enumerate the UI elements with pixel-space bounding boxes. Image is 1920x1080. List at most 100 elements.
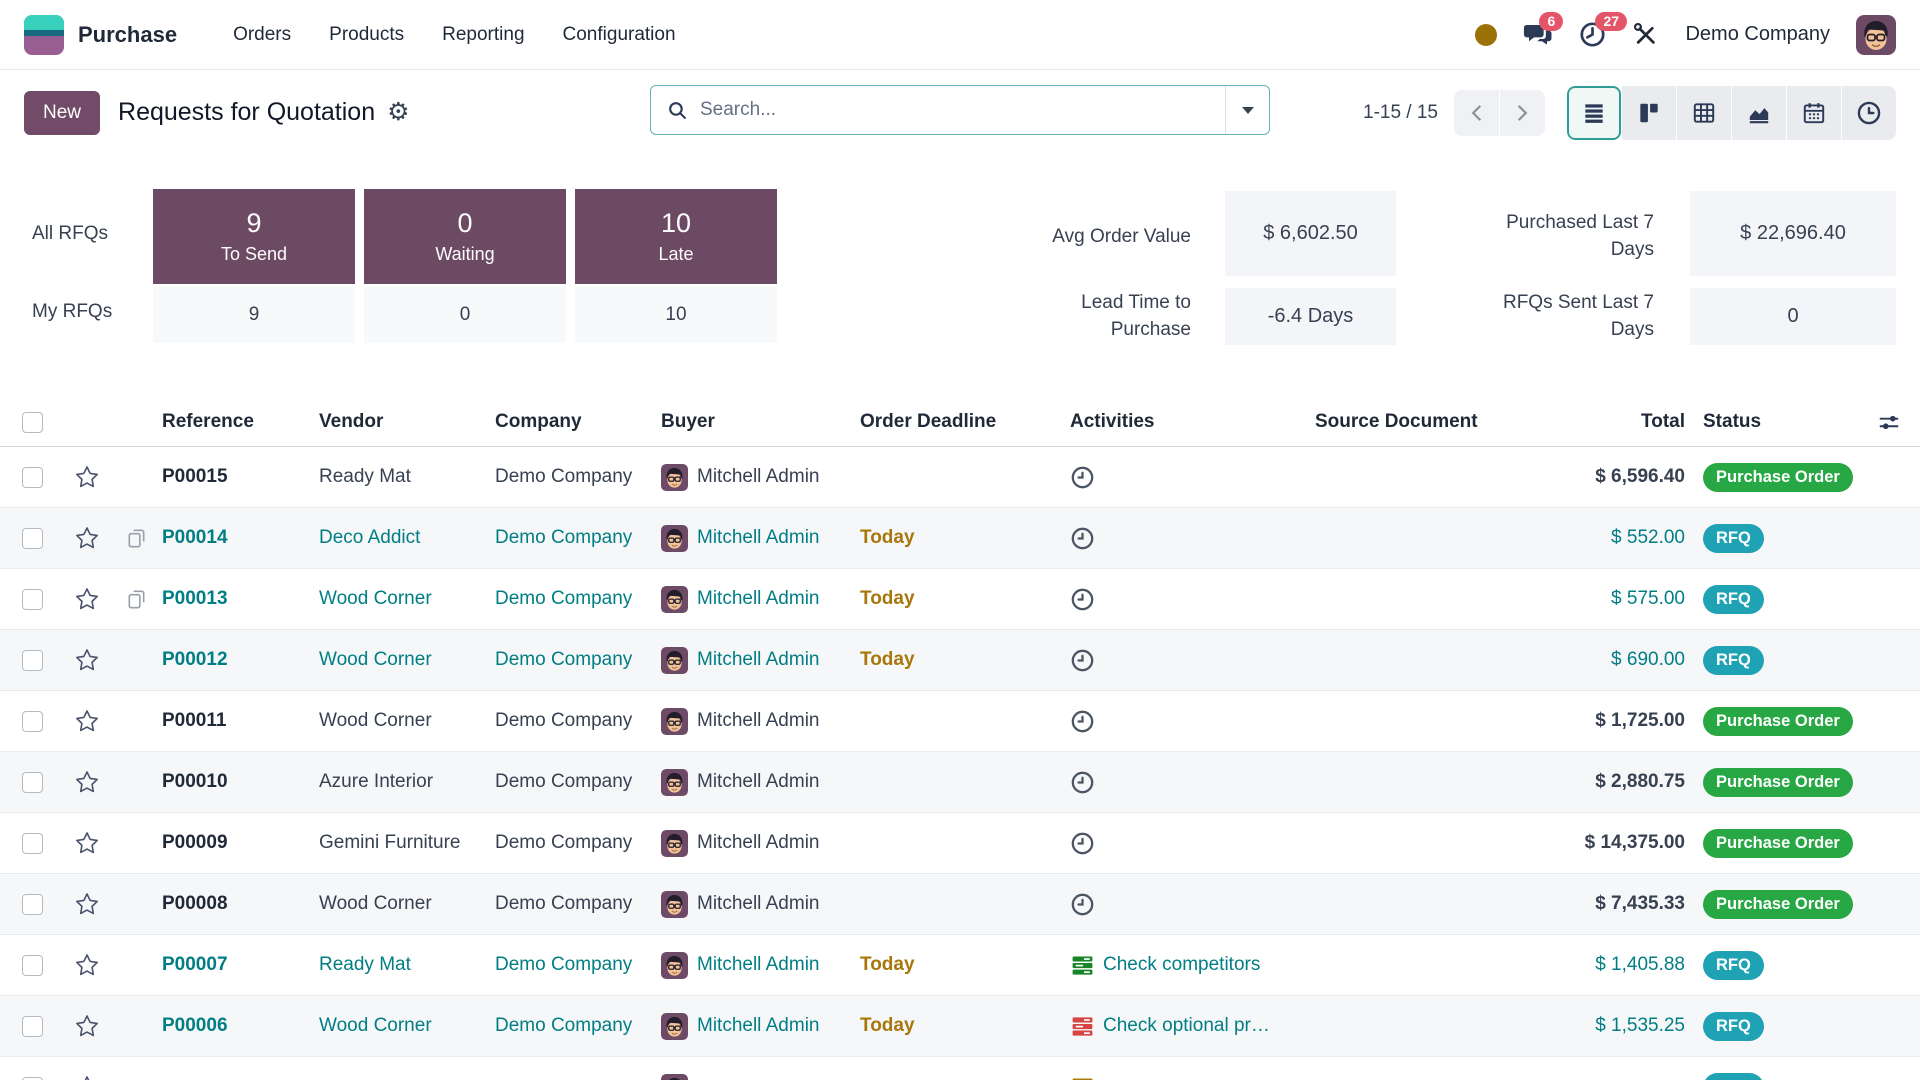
search-bar [650,85,1270,135]
pivot-view-button[interactable] [1677,86,1731,140]
tile-waiting[interactable]: 0 Waiting [364,189,566,284]
my-late-cell[interactable]: 10 [575,286,777,343]
row-checkbox[interactable] [22,711,43,732]
optional-columns-icon[interactable] [1876,410,1902,442]
activity-clock-icon[interactable] [1070,831,1095,856]
calendar-view-button[interactable] [1787,86,1841,140]
gear-icon[interactable]: ⚙ [387,100,409,125]
app-brand[interactable]: Purchase [24,15,177,55]
row-checkbox[interactable] [22,650,43,671]
user-avatar[interactable] [1856,15,1896,55]
activity-list-icon[interactable] [1070,953,1095,978]
company-switcher[interactable]: Demo Company [1685,23,1830,46]
star-icon[interactable] [74,586,100,612]
search-input[interactable] [700,99,1225,121]
activity-clock-icon[interactable] [1070,648,1095,673]
star-icon[interactable] [74,708,100,734]
menu-orders[interactable]: Orders [233,24,291,46]
pager-previous-button[interactable] [1454,90,1499,136]
activity-clock-icon[interactable] [1070,587,1095,612]
table-row[interactable]: P00012 Wood Corner Demo Company Mitchell… [0,630,1920,691]
row-vendor: Wood Corner [319,1015,495,1037]
status-badge: Purchase Order [1703,890,1853,919]
col-buyer[interactable]: Buyer [661,411,860,433]
row-checkbox[interactable] [22,589,43,610]
table-row[interactable]: P00010 Azure Interior Demo Company Mitch… [0,752,1920,813]
buyer-avatar [661,830,688,857]
row-vendor: Wood Corner [319,588,495,610]
activity-clock-icon[interactable] [1070,465,1095,490]
search-dropdown-toggle[interactable] [1225,86,1269,134]
status-badge: RFQ [1703,585,1764,614]
col-company[interactable]: Company [495,411,661,433]
debug-tools-button[interactable] [1632,21,1659,48]
lead-time-value: -6.4 Days [1225,288,1396,345]
row-checkbox[interactable] [22,467,43,488]
activity-list-icon[interactable] [1070,1075,1095,1080]
list-view-button[interactable] [1567,86,1621,140]
activity-label[interactable]: Check optional pr… [1103,1015,1270,1037]
row-checkbox[interactable] [22,833,43,854]
col-vendor[interactable]: Vendor [319,411,495,433]
status-badge: RFQ [1703,1012,1764,1041]
activity-label[interactable]: Check competitors [1103,954,1260,976]
star-icon[interactable] [74,891,100,917]
menu-configuration[interactable]: Configuration [563,24,676,46]
graph-view-button[interactable] [1732,86,1786,140]
activity-view-button[interactable] [1842,86,1896,140]
col-source-document[interactable]: Source Document [1315,411,1565,433]
my-to-send-cell[interactable]: 9 [153,286,355,343]
table-row[interactable]: P00008 Wood Corner Demo Company Mitchell… [0,874,1920,935]
kanban-view-button[interactable] [1622,86,1676,140]
row-total: $ 6,596.40 [1565,466,1695,488]
star-icon[interactable] [74,647,100,673]
row-checkbox[interactable] [22,528,43,549]
tile-to-send-value: 9 [246,208,261,239]
activity-clock-icon[interactable] [1070,526,1095,551]
status-indicator-icon[interactable] [1475,24,1497,46]
star-icon[interactable] [74,1074,100,1080]
activity-clock-icon[interactable] [1070,709,1095,734]
messages-button[interactable]: 6 [1523,21,1553,48]
pager-next-button[interactable] [1500,90,1545,136]
star-icon[interactable] [74,525,100,551]
star-icon[interactable] [74,952,100,978]
star-icon[interactable] [74,1013,100,1039]
table-row[interactable]: RFQ [0,1057,1920,1080]
col-total[interactable]: Total [1565,411,1695,433]
activities-button[interactable]: 27 [1579,21,1606,48]
star-icon[interactable] [74,769,100,795]
row-checkbox[interactable] [22,894,43,915]
menu-products[interactable]: Products [329,24,404,46]
row-deadline: Today [860,649,1070,671]
col-reference[interactable]: Reference [162,411,319,433]
tile-to-send[interactable]: 9 To Send [153,189,355,284]
table-row[interactable]: P00015 Ready Mat Demo Company Mitchell A… [0,447,1920,508]
star-icon[interactable] [74,464,100,490]
table-row[interactable]: P00011 Wood Corner Demo Company Mitchell… [0,691,1920,752]
table-row[interactable]: P00009 Gemini Furniture Demo Company Mit… [0,813,1920,874]
row-checkbox[interactable] [22,772,43,793]
col-activities[interactable]: Activities [1070,411,1315,433]
row-company: Demo Company [495,710,661,732]
row-checkbox[interactable] [22,1016,43,1037]
table-row[interactable]: P00007 Ready Mat Demo Company Mitchell A… [0,935,1920,996]
table-row[interactable]: P00014 Deco Addict Demo Company Mitchell… [0,508,1920,569]
my-waiting-cell[interactable]: 0 [364,286,566,343]
control-panel: New Requests for Quotation ⚙ 1-15 / 15 [0,70,1920,155]
row-buyer: Mitchell Admin [697,710,820,732]
kanban-view-icon [1636,100,1662,126]
tile-late[interactable]: 10 Late [575,189,777,284]
menu-reporting[interactable]: Reporting [442,24,524,46]
activity-clock-icon[interactable] [1070,892,1095,917]
row-checkbox[interactable] [22,955,43,976]
select-all-checkbox[interactable] [22,412,43,433]
star-icon[interactable] [74,830,100,856]
activity-clock-icon[interactable] [1070,770,1095,795]
col-order-deadline[interactable]: Order Deadline [860,411,1070,433]
table-row[interactable]: P00006 Wood Corner Demo Company Mitchell… [0,996,1920,1057]
new-button[interactable]: New [24,91,100,135]
row-checkbox[interactable] [22,1077,43,1080]
activity-list-icon[interactable] [1070,1014,1095,1039]
table-row[interactable]: P00013 Wood Corner Demo Company Mitchell… [0,569,1920,630]
